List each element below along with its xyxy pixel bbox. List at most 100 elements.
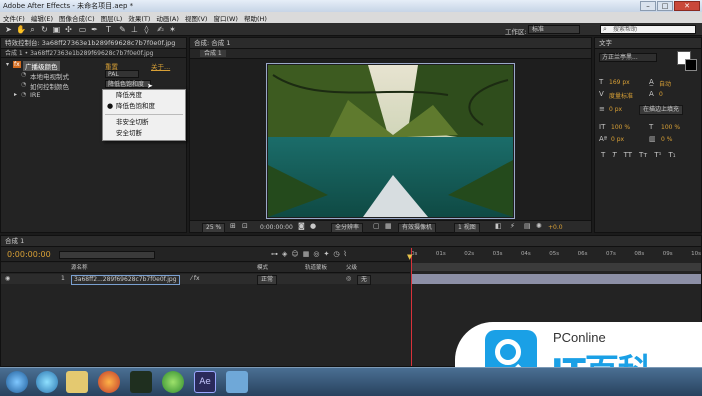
maximize-button[interactable]: □: [657, 1, 673, 11]
layer-switches[interactable]: ⁄ fx: [191, 274, 200, 284]
eraser-tool-icon[interactable]: ◊: [142, 25, 151, 34]
menu-edit[interactable]: 编辑(E): [31, 13, 53, 23]
hand-tool-icon[interactable]: ✋: [16, 25, 26, 34]
font-family-select[interactable]: 方正兰亭黑...: [599, 53, 657, 62]
tracking-value[interactable]: 0: [659, 91, 663, 98]
menu-item-key-out-safe[interactable]: 安全切断: [103, 128, 185, 139]
layer-bounding-box[interactable]: [266, 63, 515, 219]
layer-name[interactable]: 3a68ff2...289f69628c7b7f0e0f.jpg: [71, 275, 180, 285]
subscript-button[interactable]: T₁: [668, 151, 675, 159]
toggle-pixel-icon[interactable]: ◧: [495, 222, 502, 230]
exposure-icon[interactable]: ✺: [536, 222, 542, 230]
leading-value[interactable]: 自动: [659, 79, 671, 88]
all-caps-button[interactable]: TT: [624, 151, 632, 159]
camera-tool-icon[interactable]: ▣: [52, 25, 61, 34]
stopwatch-icon[interactable]: ◔: [21, 71, 26, 78]
window-app-icon[interactable]: [226, 371, 248, 393]
layer-mode-select[interactable]: 正常: [257, 275, 278, 285]
region-of-interest-icon[interactable]: ▢: [373, 222, 380, 230]
fx-toggle-icon[interactable]: fx: [13, 61, 21, 68]
comp-timecode[interactable]: 0:00:00:00: [260, 224, 293, 231]
menu-layer[interactable]: 图层(L): [101, 13, 123, 23]
frame-blending-icon[interactable]: ▦: [303, 250, 310, 258]
puppet-tool-icon[interactable]: ✶: [168, 25, 177, 34]
minimize-button[interactable]: –: [640, 1, 656, 11]
faux-bold-button[interactable]: T: [601, 151, 605, 159]
firefox-icon[interactable]: [98, 371, 120, 393]
playhead-icon[interactable]: ▼: [407, 253, 412, 261]
grid-icon[interactable]: ⊡: [242, 222, 248, 230]
start-button-icon[interactable]: [6, 371, 28, 393]
zoom-tool-icon[interactable]: ⌕: [28, 25, 37, 34]
mask-tool-icon[interactable]: ▭: [78, 25, 87, 34]
color-control-select[interactable]: 降低色饱和度: [105, 80, 151, 88]
expand-arrow-icon[interactable]: ▾: [6, 61, 9, 68]
composition-subtab[interactable]: 合成 1: [200, 50, 226, 57]
menu-view[interactable]: 视图(V): [185, 13, 208, 23]
baseline-shift-value[interactable]: 0 px: [611, 136, 624, 143]
color-channel-icon[interactable]: ●: [310, 222, 316, 230]
menu-effect[interactable]: 效果(T): [128, 13, 150, 23]
timeline-timecode[interactable]: 0:00:00:00: [7, 250, 51, 259]
work-area-bar[interactable]: [411, 263, 701, 271]
menu-composition[interactable]: 图像合成(C): [59, 13, 95, 23]
menu-item-key-out-unsafe[interactable]: 非安全切断: [103, 117, 185, 128]
graph-editor-icon[interactable]: ⌇: [343, 250, 346, 258]
menu-item-reduce-luminance[interactable]: 降低亮度: [103, 90, 185, 101]
snapshot-icon[interactable]: ◙: [298, 222, 305, 230]
exposure-value[interactable]: +0.0: [548, 224, 563, 231]
motion-blur-icon[interactable]: ◎: [313, 250, 319, 258]
rotate-tool-icon[interactable]: ↻: [40, 25, 49, 34]
time-ruler[interactable]: 0s 01s 02s 03s 04s 05s 06s 07s 08s 09s 1…: [411, 248, 701, 274]
transparency-grid-icon[interactable]: ▦: [385, 222, 392, 230]
stroke-mode-select[interactable]: 在描边上填充: [639, 105, 684, 115]
composition-tab[interactable]: 合成: 合成 1: [190, 38, 591, 49]
composition-mini-flowchart-icon[interactable]: ⊶: [271, 250, 278, 258]
clone-stamp-tool-icon[interactable]: ⊥: [130, 25, 139, 34]
zoom-select[interactable]: 25 %: [202, 223, 226, 233]
media-player-icon[interactable]: [130, 371, 152, 393]
character-tab[interactable]: 文字: [595, 38, 701, 49]
browser-icon[interactable]: [36, 371, 58, 393]
views-select[interactable]: 1 视图: [454, 223, 480, 233]
stopwatch-icon[interactable]: ◔: [21, 81, 26, 88]
layer-parent-select[interactable]: 无: [357, 275, 372, 285]
safe-zones-icon[interactable]: ⊞: [230, 222, 236, 230]
layer-row[interactable]: ◉ 1 3a68ff2...289f69628c7b7f0e0f.jpg ⁄ f…: [1, 274, 410, 285]
kerning-value[interactable]: 度量标准: [609, 91, 633, 100]
horizontal-scale-value[interactable]: 100 %: [661, 124, 680, 131]
workspace-select[interactable]: 标准: [528, 25, 580, 34]
pan-behind-tool-icon[interactable]: ✣: [64, 25, 73, 34]
parent-pickwhip-icon[interactable]: ◎: [346, 274, 351, 284]
camera-select[interactable]: 有效摄像机: [398, 223, 437, 233]
roto-brush-tool-icon[interactable]: ✍: [156, 25, 165, 34]
file-explorer-icon[interactable]: [66, 371, 88, 393]
vertical-scale-value[interactable]: 100 %: [611, 124, 630, 131]
expand-arrow-icon[interactable]: ▸: [14, 91, 17, 98]
selection-tool-icon[interactable]: ➤: [4, 25, 13, 34]
menu-animation[interactable]: 动画(A): [156, 13, 179, 23]
stroke-color-swatch[interactable]: [685, 59, 697, 71]
resolution-select[interactable]: 全分辨率: [331, 223, 364, 233]
app-icon-green[interactable]: [162, 371, 184, 393]
timeline-search-input[interactable]: [59, 251, 155, 259]
superscript-button[interactable]: T¹: [654, 151, 661, 159]
layer-duration-bar[interactable]: [411, 274, 701, 284]
visibility-eye-icon[interactable]: ◉: [5, 274, 10, 284]
after-effects-icon[interactable]: Ae: [194, 371, 216, 393]
brainstorm-icon[interactable]: ✦: [323, 250, 329, 258]
menu-file[interactable]: 文件(F): [3, 13, 25, 23]
effect-controls-tab[interactable]: 特效控制台: 3a68ff27363e1b289f69628c7b7f0e0f.…: [1, 38, 186, 49]
shy-layers-icon[interactable]: ☺: [291, 250, 298, 258]
menu-help[interactable]: 帮助(H): [244, 13, 267, 23]
menu-window[interactable]: 窗口(W): [213, 13, 238, 23]
stroke-width-value[interactable]: 0 px: [609, 106, 622, 113]
font-size-value[interactable]: 169 px: [609, 79, 630, 86]
menu-item-reduce-saturation[interactable]: ● 降低色饱和度: [103, 101, 185, 112]
timeline-icon[interactable]: ▤: [524, 222, 531, 230]
stopwatch-icon[interactable]: ◔: [21, 91, 26, 98]
fast-preview-icon[interactable]: ⚡: [510, 222, 515, 230]
help-search-input[interactable]: 搜索帮助: [600, 25, 696, 34]
auto-keyframe-icon[interactable]: ◷: [333, 250, 339, 258]
close-button[interactable]: ✕: [674, 1, 700, 11]
